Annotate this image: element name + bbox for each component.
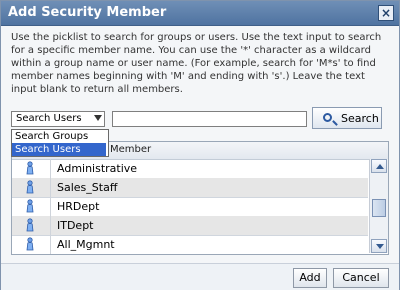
table-row[interactable]: HRDept bbox=[12, 197, 368, 217]
column-divider bbox=[50, 216, 51, 235]
table-row[interactable]: Sales_Staff bbox=[12, 178, 368, 198]
search-input[interactable] bbox=[112, 111, 307, 127]
member-table: Member Administrative Sales_Staff HRDept… bbox=[11, 141, 389, 255]
user-icon bbox=[26, 180, 34, 194]
dropdown-option-groups[interactable]: Search Groups bbox=[12, 130, 106, 143]
member-name: HRDept bbox=[57, 200, 100, 213]
table-row[interactable]: Administrative bbox=[12, 159, 368, 179]
search-icon bbox=[323, 113, 332, 122]
search-button-label: Search bbox=[341, 112, 379, 125]
title-bar: Add Security Member × bbox=[1, 1, 399, 26]
scroll-up-button[interactable] bbox=[371, 159, 387, 173]
cancel-button[interactable]: Cancel bbox=[333, 268, 389, 288]
user-icon bbox=[26, 237, 34, 251]
column-divider bbox=[50, 235, 51, 254]
member-type-dropdown-list: Search Groups Search Users bbox=[11, 129, 109, 157]
search-button[interactable]: Search bbox=[312, 107, 382, 129]
member-name: Administrative bbox=[57, 162, 138, 175]
column-divider bbox=[50, 197, 51, 216]
instructions-text: Use the picklist to search for groups or… bbox=[11, 32, 382, 95]
column-divider bbox=[50, 159, 51, 178]
member-name: ITDept bbox=[57, 219, 94, 232]
member-name: Sales_Staff bbox=[57, 181, 118, 194]
add-security-member-dialog: Add Security Member × Use the picklist t… bbox=[0, 0, 400, 290]
table-row[interactable]: All_Mgmnt bbox=[12, 235, 368, 254]
table-row[interactable]: ITDept bbox=[12, 216, 368, 236]
vertical-scrollbar[interactable] bbox=[369, 159, 388, 253]
member-type-selected: Search Users bbox=[16, 113, 82, 124]
column-divider bbox=[50, 178, 51, 197]
member-type-select[interactable]: Search Users bbox=[11, 111, 105, 127]
dialog-footer: Add Cancel bbox=[1, 263, 399, 290]
dropdown-option-users[interactable]: Search Users bbox=[12, 143, 106, 156]
chevron-down-icon bbox=[94, 115, 102, 121]
dialog-title: Add Security Member bbox=[8, 5, 167, 20]
user-icon bbox=[26, 199, 34, 213]
member-column-header: Member bbox=[110, 144, 152, 155]
chevron-up-icon bbox=[376, 164, 384, 169]
close-icon[interactable]: × bbox=[378, 5, 394, 21]
scroll-thumb[interactable] bbox=[372, 199, 386, 217]
scroll-down-button[interactable] bbox=[371, 239, 387, 253]
user-icon bbox=[26, 161, 34, 175]
member-name: All_Mgmnt bbox=[57, 238, 115, 251]
chevron-down-icon bbox=[376, 244, 384, 249]
user-icon bbox=[26, 218, 34, 232]
add-button[interactable]: Add bbox=[293, 268, 327, 288]
